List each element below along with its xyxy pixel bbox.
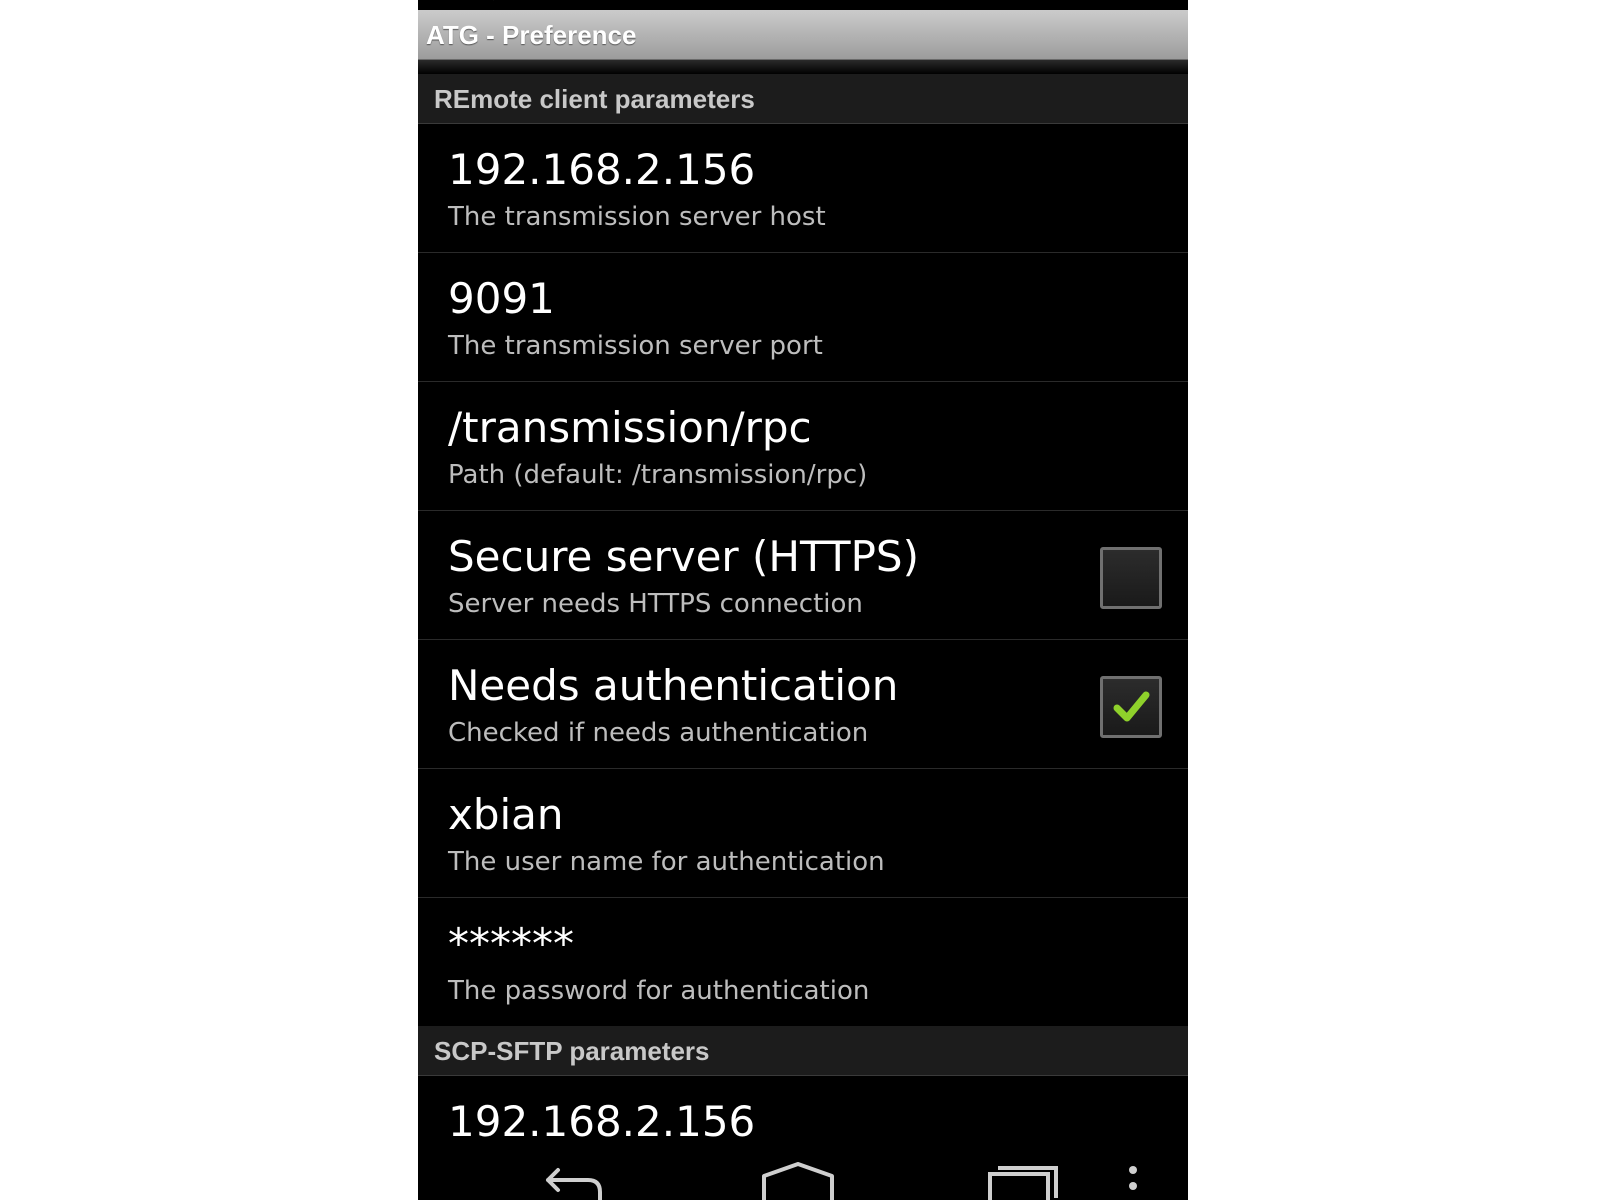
back-button[interactable] (528, 1162, 608, 1200)
home-button[interactable] (758, 1162, 838, 1200)
title-bar: ATG - Preference (418, 10, 1188, 60)
pref-summary: The password for authentication (448, 976, 870, 1006)
pref-needs-authentication[interactable]: Needs authentication Checked if needs au… (418, 640, 1188, 769)
pref-title: ****** (448, 919, 574, 968)
pref-title: /transmission/rpc (448, 403, 812, 452)
back-icon (546, 1168, 602, 1200)
pref-secure-server[interactable]: Secure server (HTTPS) Server needs HTTPS… (418, 511, 1188, 640)
home-icon (762, 1162, 834, 1200)
status-bar: ▼ (418, 0, 1188, 10)
pref-title: 192.168.2.156 (448, 1097, 756, 1146)
recent-apps-button[interactable] (988, 1162, 1068, 1200)
section-header-remote-client: REmote client parameters (418, 74, 1188, 124)
title-bar-shadow (418, 60, 1188, 74)
window-title: ATG - Preference (426, 20, 637, 50)
pref-server-host[interactable]: 192.168.2.156 The transmission server ho… (418, 124, 1188, 253)
pref-summary: The transmission server port (448, 331, 823, 361)
pref-summary: Checked if needs authentication (448, 718, 869, 748)
pref-title: Needs authentication (448, 661, 899, 710)
section-header-label: REmote client parameters (434, 84, 755, 114)
pref-rpc-path[interactable]: /transmission/rpc Path (default: /transm… (418, 382, 1188, 511)
pref-title: 192.168.2.156 (448, 145, 756, 194)
authentication-checkbox[interactable] (1100, 676, 1162, 738)
pref-server-port[interactable]: 9091 The transmission server port (418, 253, 1188, 382)
pref-title: Secure server (HTTPS) (448, 532, 919, 581)
device-screen: ▼ ATG - Preference REmote client paramet… (418, 0, 1188, 1200)
navigation-bar (418, 1162, 1188, 1200)
pref-title: xbian (448, 790, 564, 839)
pref-password[interactable]: ****** The password for authentication (418, 898, 1188, 1026)
notification-icon: ▼ (490, 0, 500, 2)
menu-overflow-icon (1129, 1166, 1137, 1190)
https-checkbox[interactable] (1100, 547, 1162, 609)
pref-title: 9091 (448, 274, 555, 323)
pref-username[interactable]: xbian The user name for authentication (418, 769, 1188, 898)
overflow-menu-button[interactable] (1118, 1162, 1148, 1200)
section-header-scp-sftp: SCP-SFTP parameters (418, 1026, 1188, 1076)
pref-summary: Path (default: /transmission/rpc) (448, 460, 868, 490)
pref-summary: The transmission server host (448, 202, 826, 232)
checkmark-icon (1113, 691, 1150, 722)
recent-apps-icon (988, 1166, 1058, 1200)
section-header-label: SCP-SFTP parameters (434, 1036, 710, 1066)
pref-summary: The user name for authentication (448, 847, 885, 877)
pref-summary: Server needs HTTPS connection (448, 589, 863, 619)
